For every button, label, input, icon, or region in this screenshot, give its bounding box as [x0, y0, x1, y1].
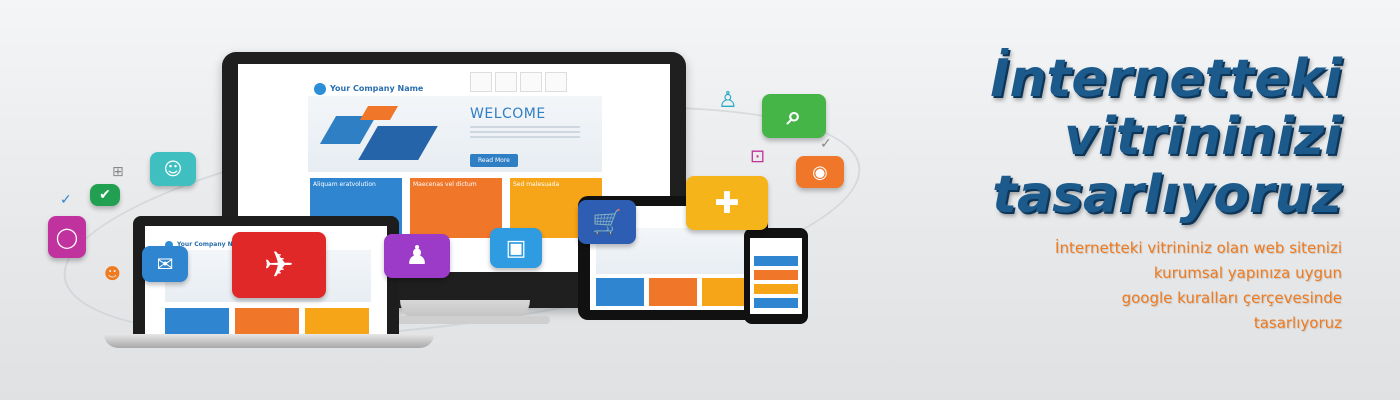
headline-line: tasarlıyoruz — [992, 165, 1342, 225]
monitor-base — [380, 316, 550, 324]
tablet-tile — [649, 278, 697, 306]
subtext-line: tasarlıyoruz — [1253, 314, 1342, 332]
tile-label: Maecenas vel dictum — [413, 181, 477, 188]
person-small-icon: ♙ — [718, 88, 738, 113]
hero-cube — [358, 126, 438, 160]
user-card-icon: ☺ — [150, 152, 196, 186]
hero-banner: WELCOME Read More — [308, 96, 602, 172]
company-name: Your Company Name — [330, 84, 424, 93]
headline: İnternetteki vitrininizi tasarlıyoruz — [990, 50, 1342, 224]
headline-line: İnternetteki — [990, 49, 1342, 109]
chat-icon: ◯ — [48, 216, 86, 258]
check-small-icon: ✓ — [60, 192, 72, 208]
subtext: İnternetteki vitrininiz olan web siteniz… — [1055, 236, 1342, 336]
phone-tile — [754, 284, 798, 294]
welcome-heading: WELCOME — [470, 106, 546, 122]
tablet-tile — [596, 278, 644, 306]
check-small-icon: ✓ — [820, 136, 832, 152]
video-icon: ▣ — [490, 228, 542, 268]
subtext-line: İnternetteki vitrininiz olan web siteniz… — [1055, 239, 1342, 257]
nav-contact-icon — [545, 72, 567, 92]
phone-tile — [754, 256, 798, 266]
logo-icon — [314, 82, 326, 95]
rss-icon: ◉ — [796, 156, 844, 188]
check-icon: ✔ — [90, 184, 120, 206]
laptop-tile — [235, 308, 299, 334]
nav-services-icon — [520, 72, 542, 92]
phone-tile — [754, 270, 798, 280]
tile-label: Aliquam eratvolution — [313, 181, 376, 188]
subtext-line: google kuralları çerçevesinde — [1121, 289, 1342, 307]
search-icon: ⌕ — [762, 94, 826, 138]
nav-home-icon — [470, 72, 492, 92]
hero-text-lines — [470, 126, 580, 128]
tile-label: Sed malesuada — [513, 181, 560, 188]
user-small-icon: ☻ — [104, 264, 121, 283]
shopping-cart-icon: 🛒 — [578, 200, 636, 244]
tablet-tile — [702, 278, 750, 306]
nav-about-icon — [495, 72, 517, 92]
phone-tile — [754, 298, 798, 308]
subtext-line: kurumsal yapınıza uygun — [1153, 264, 1342, 282]
laptop-tile — [305, 308, 369, 334]
tile-maecenas[interactable]: Maecenas vel dictum — [410, 178, 502, 238]
laptop-base — [104, 334, 434, 348]
laptop-tile — [165, 308, 229, 334]
airplane-icon: ✈ — [232, 232, 326, 298]
site-nav — [470, 72, 570, 96]
read-more-button[interactable]: Read More — [470, 154, 518, 167]
gamepad-icon: ✚ — [686, 176, 768, 230]
site-logo: Your Company Name — [314, 78, 423, 97]
hero-cube — [359, 106, 399, 120]
person-icon: ♟ — [384, 234, 450, 278]
cart-small-icon: ⊡ — [750, 146, 766, 167]
hero-cube — [319, 116, 377, 144]
cart-small-icon: ⊞ — [112, 164, 124, 180]
headline-line: vitrininizi — [1064, 107, 1342, 167]
phone-screen — [750, 238, 802, 314]
email-icon: ✉ — [142, 246, 188, 282]
